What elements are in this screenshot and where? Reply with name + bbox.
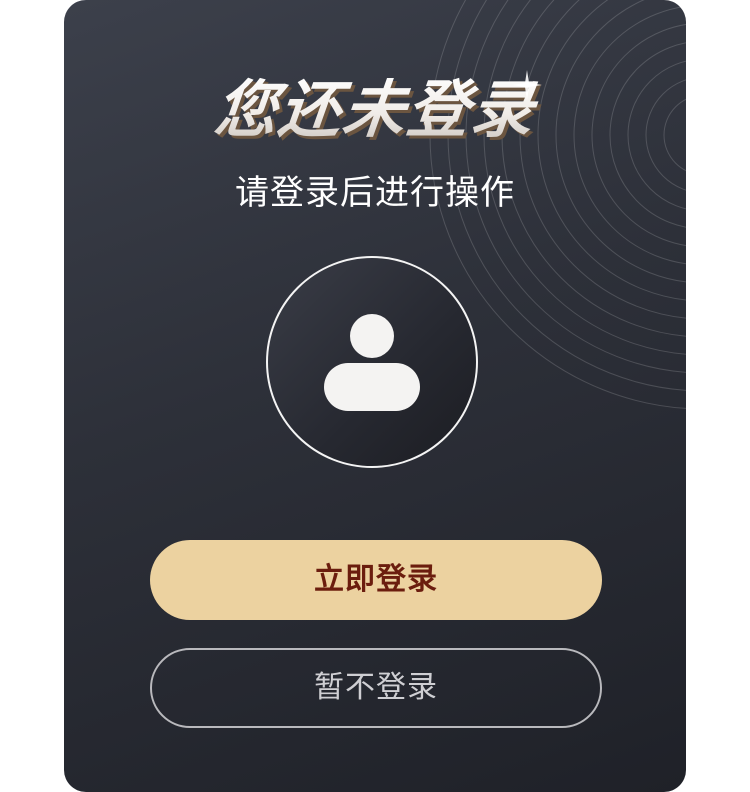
avatar [266,256,478,468]
sparkle-icon [512,70,542,100]
login-now-button[interactable]: 立即登录 [150,540,602,620]
user-avatar-icon [324,314,420,411]
skip-login-button[interactable]: 暂不登录 [150,648,602,728]
page-title: 您还未登录 [64,72,686,148]
login-prompt-dialog: 您还未登录 您还未登录 请登录后进行操作 立即登录 暂不登录 [64,0,686,792]
subtitle: 请登录后进行操作 [235,173,515,213]
